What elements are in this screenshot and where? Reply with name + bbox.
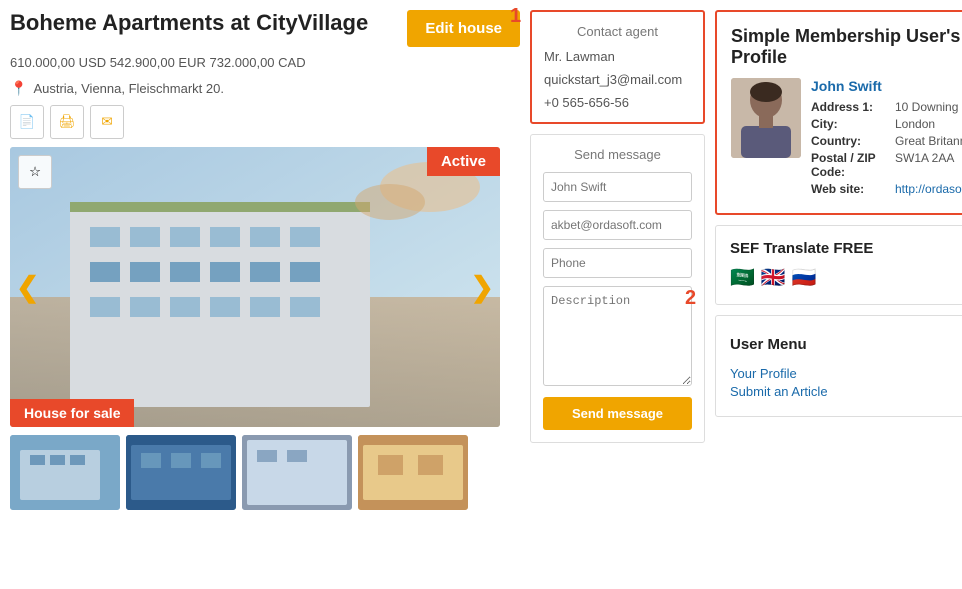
country-label: Country: bbox=[811, 134, 891, 148]
annotation-1: 1 bbox=[510, 5, 521, 28]
send-message-title: Send message bbox=[543, 147, 692, 162]
city-row: City: London bbox=[811, 117, 962, 131]
avatar-svg bbox=[731, 78, 801, 158]
city-value: London bbox=[895, 117, 935, 131]
profile-details: John Swift Address 1: 10 Downing Street … bbox=[811, 78, 962, 199]
flag-ru[interactable]: 🇷🇺 bbox=[792, 265, 817, 290]
agent-phone: +0 565-656-56 bbox=[544, 95, 691, 110]
submit-article-link[interactable]: Submit an Article bbox=[730, 384, 962, 399]
agent-email: quickstart_j3@mail.com bbox=[544, 72, 691, 87]
thumbnail-strip bbox=[10, 435, 520, 510]
edit-house-button[interactable]: Edit house bbox=[407, 10, 520, 47]
flag-list: 🇸🇦 🇬🇧 🇷🇺 bbox=[730, 265, 962, 290]
flag-gb[interactable]: 🇬🇧 bbox=[761, 265, 786, 290]
main-property-image bbox=[10, 147, 500, 427]
thumbnail-3[interactable] bbox=[242, 435, 352, 510]
thumbnail-2[interactable] bbox=[126, 435, 236, 510]
postal-label: Postal / ZIP Code: bbox=[811, 151, 891, 179]
document-button[interactable]: 📄 bbox=[10, 105, 44, 139]
website-label: Web site: bbox=[811, 182, 891, 196]
print-icon: 🖨 bbox=[59, 114, 76, 130]
property-image-container: Active House for sale ☆ ❮ ❯ bbox=[10, 147, 500, 427]
country-row: Country: Great Britannia bbox=[811, 134, 962, 148]
favorite-button[interactable]: ☆ bbox=[18, 155, 52, 189]
address-row: Address 1: 10 Downing Street bbox=[811, 100, 962, 114]
postal-value: SW1A 2AA bbox=[895, 151, 954, 179]
address-label: Address 1: bbox=[811, 100, 891, 114]
agent-name: Mr. Lawman bbox=[544, 49, 691, 64]
profile-name: John Swift bbox=[811, 78, 962, 94]
for-sale-badge: House for sale bbox=[10, 399, 134, 427]
next-image-button[interactable]: ❯ bbox=[471, 271, 494, 304]
profile-box: Simple Membership User's Profile bbox=[715, 10, 962, 215]
print-button[interactable]: 🖨 bbox=[50, 105, 84, 139]
email-button[interactable]: ✉ bbox=[90, 105, 124, 139]
contact-agent-title: Contact agent bbox=[544, 24, 691, 39]
message-email-input[interactable] bbox=[543, 210, 692, 240]
location-text: Austria, Vienna, Fleischmarkt 20. bbox=[33, 81, 224, 96]
profile-avatar bbox=[731, 78, 801, 158]
thumbnail-1[interactable] bbox=[10, 435, 120, 510]
sef-title: SEF Translate FREE bbox=[730, 240, 962, 257]
left-column: Boheme Apartments at CityVillage Edit ho… bbox=[10, 10, 520, 510]
active-badge: Active bbox=[427, 147, 500, 176]
your-profile-link[interactable]: Your Profile bbox=[730, 366, 962, 381]
star-icon: ☆ bbox=[29, 164, 41, 180]
middle-column: 1 Contact agent Mr. Lawman quickstart_j3… bbox=[530, 10, 705, 510]
annotation-2: 2 bbox=[685, 287, 696, 310]
property-title: Boheme Apartments at CityVillage bbox=[10, 10, 368, 36]
user-menu-header: User Menu ✎ bbox=[730, 330, 962, 358]
document-icon: 📄 bbox=[19, 114, 36, 130]
prev-image-button[interactable]: ❮ bbox=[16, 271, 39, 304]
user-menu-title: User Menu bbox=[730, 336, 807, 353]
flag-sa[interactable]: 🇸🇦 bbox=[730, 265, 755, 290]
location-row: 📍 Austria, Vienna, Fleischmarkt 20. bbox=[10, 80, 520, 97]
send-message-box: Send message Send message bbox=[530, 134, 705, 443]
postal-row: Postal / ZIP Code: SW1A 2AA bbox=[811, 151, 962, 179]
email-icon: ✉ bbox=[101, 114, 112, 130]
thumbnail-4[interactable] bbox=[358, 435, 468, 510]
profile-title: Simple Membership User's Profile bbox=[731, 26, 962, 68]
right-column: 2 Simple Membership User's Profile bbox=[715, 10, 962, 510]
send-message-button[interactable]: Send message bbox=[543, 397, 692, 430]
contact-agent-box: Contact agent Mr. Lawman quickstart_j3@m… bbox=[530, 10, 705, 124]
website-link[interactable]: http://ordasoft.com bbox=[895, 182, 962, 196]
website-row: Web site: http://ordasoft.com bbox=[811, 182, 962, 196]
user-menu-box: User Menu ✎ Your Profile Submit an Artic… bbox=[715, 315, 962, 417]
message-description-input[interactable] bbox=[543, 286, 692, 386]
city-label: City: bbox=[811, 117, 891, 131]
building-svg bbox=[10, 147, 500, 427]
property-header: Boheme Apartments at CityVillage Edit ho… bbox=[10, 10, 520, 47]
message-phone-input[interactable] bbox=[543, 248, 692, 278]
message-name-input[interactable] bbox=[543, 172, 692, 202]
action-icons: 📄 🖨 ✉ bbox=[10, 105, 520, 139]
country-value: Great Britannia bbox=[895, 134, 962, 148]
location-icon: 📍 bbox=[10, 80, 27, 97]
price-row: 610.000,00 USD 542.900,00 EUR 732.000,00… bbox=[10, 55, 520, 70]
sef-box: SEF Translate FREE 🇸🇦 🇬🇧 🇷🇺 bbox=[715, 225, 962, 305]
profile-content: John Swift Address 1: 10 Downing Street … bbox=[731, 78, 962, 199]
address-value: 10 Downing Street bbox=[895, 100, 962, 114]
